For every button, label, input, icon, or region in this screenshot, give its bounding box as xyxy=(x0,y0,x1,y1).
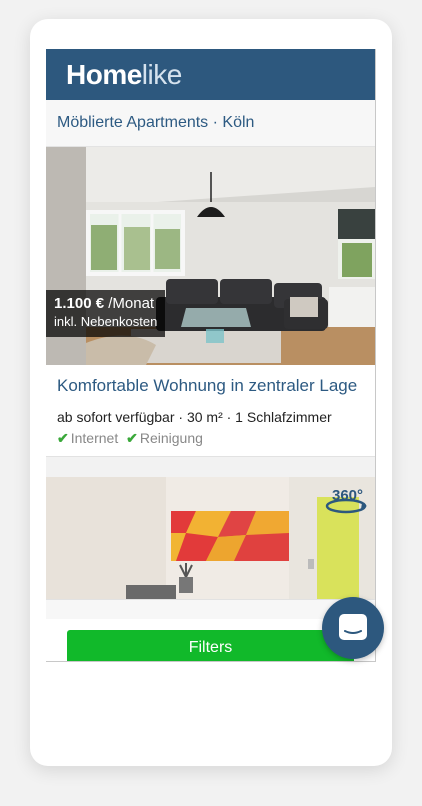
filters-button[interactable]: Filters xyxy=(67,630,354,661)
price-period: /Monat xyxy=(108,295,155,312)
logo-part-home: Home xyxy=(66,58,142,90)
logo-part-like: like xyxy=(141,58,183,90)
app-header: Homelike xyxy=(46,49,375,100)
check-icon: ✔ xyxy=(57,430,69,446)
app-screen: Homelike Möblierte Apartments · Köln 1.1… xyxy=(46,49,376,662)
phone-frame: Homelike Möblierte Apartments · Köln 1.1… xyxy=(30,19,392,766)
chat-button[interactable] xyxy=(322,597,384,659)
360-icon[interactable]: 360° xyxy=(324,487,368,515)
breadcrumb[interactable]: Möblierte Apartments · Köln xyxy=(46,100,375,147)
check-icon: ✔ xyxy=(126,430,138,446)
price-badge: 1.100 € /Monat inkl. Nebenkosten xyxy=(46,290,166,337)
listing-photo[interactable]: 360° xyxy=(46,477,375,599)
amenity-reinigung: Reinigung xyxy=(139,430,203,446)
price-amount: 1.100 € xyxy=(54,295,105,312)
amenities-list: ✔ Internet ✔ Reinigung xyxy=(57,430,364,447)
listing-title[interactable]: Komfortable Wohnung in zentraler Lage xyxy=(57,376,364,396)
listing-card[interactable]: 1.100 € /Monat inkl. Nebenkosten Komfort… xyxy=(46,147,375,457)
listing-card[interactable]: 360° xyxy=(46,477,375,600)
price-note: inkl. Nebenkosten xyxy=(54,314,158,329)
360-label: 360° xyxy=(332,487,364,504)
card-separator xyxy=(46,457,375,477)
listing-details: Komfortable Wohnung in zentraler Lage ab… xyxy=(46,365,375,456)
amenity-internet: Internet xyxy=(70,430,119,446)
price-line: 1.100 € /Monat xyxy=(54,295,157,313)
listing-photo[interactable]: 1.100 € /Monat inkl. Nebenkosten xyxy=(46,147,375,365)
chat-icon xyxy=(339,614,367,640)
homelike-logo[interactable]: Homelike xyxy=(66,59,182,91)
listing-meta: ab sofort verfügbar · 30 m² · 1 Schlafzi… xyxy=(57,409,332,425)
